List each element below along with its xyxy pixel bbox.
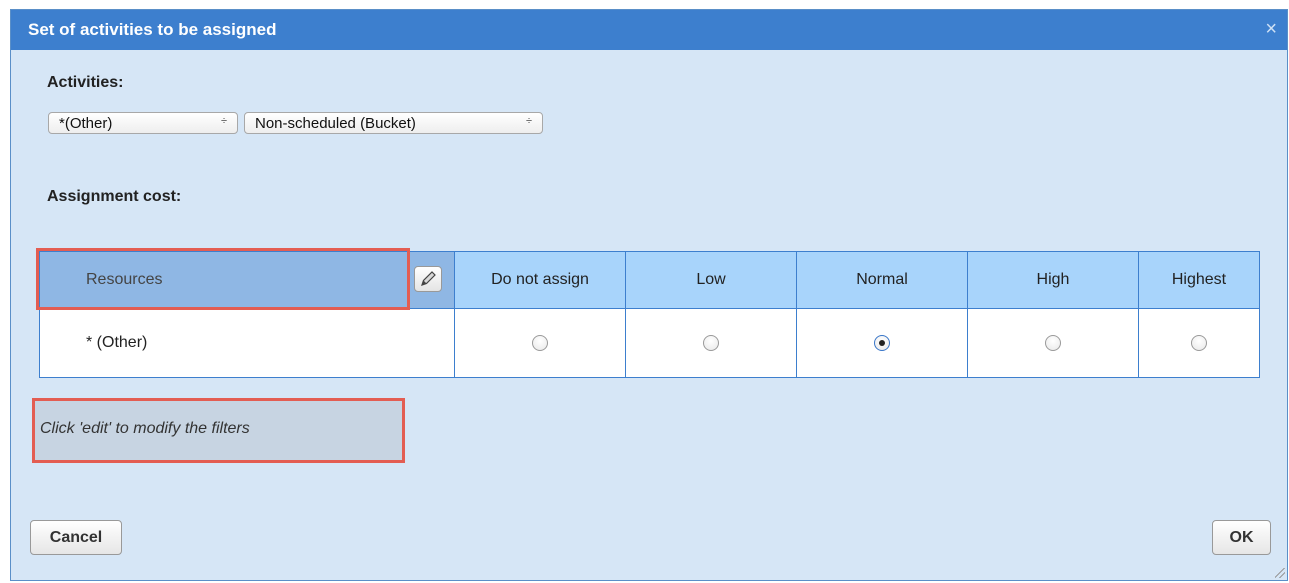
assignment-cost-label: Assignment cost: bbox=[47, 188, 182, 205]
column-do-not-assign: Do not assign bbox=[454, 251, 626, 309]
column-high: High bbox=[967, 251, 1139, 309]
cell-normal bbox=[796, 308, 968, 378]
column-low: Low bbox=[625, 251, 797, 309]
activity-type-select[interactable]: *(Other) ÷ bbox=[48, 112, 238, 134]
dialog-titlebar[interactable]: Set of activities to be assigned × bbox=[11, 10, 1287, 50]
pencil-icon bbox=[421, 271, 436, 286]
ok-button[interactable]: OK bbox=[1212, 520, 1271, 555]
table-row: * (Other) bbox=[40, 308, 1260, 378]
activity-schedule-value: Non-scheduled (Bucket) bbox=[255, 115, 416, 132]
assignment-dialog: Set of activities to be assigned × Activ… bbox=[10, 9, 1288, 581]
resource-name: * (Other) bbox=[86, 334, 148, 351]
cell-do-not-assign bbox=[454, 308, 626, 378]
filters-highlight bbox=[32, 398, 405, 463]
activity-schedule-select[interactable]: Non-scheduled (Bucket) ÷ bbox=[244, 112, 543, 134]
radio-low[interactable] bbox=[703, 334, 719, 351]
select-arrow-icon: ÷ bbox=[525, 115, 532, 127]
cell-high bbox=[967, 308, 1139, 378]
edit-filters-button[interactable] bbox=[414, 266, 442, 292]
select-arrow-icon: ÷ bbox=[220, 115, 227, 127]
resources-highlight bbox=[36, 248, 410, 310]
activity-type-value: *(Other) bbox=[59, 115, 113, 132]
dialog-title: Set of activities to be assigned bbox=[28, 20, 277, 39]
radio-normal[interactable] bbox=[874, 334, 890, 351]
column-highest: Highest bbox=[1138, 251, 1260, 309]
radio-highest[interactable] bbox=[1191, 334, 1207, 351]
cell-low bbox=[625, 308, 797, 378]
cancel-button[interactable]: Cancel bbox=[30, 520, 122, 555]
resize-handle[interactable] bbox=[1275, 568, 1285, 578]
cell-highest bbox=[1138, 308, 1260, 378]
close-icon[interactable]: × bbox=[1265, 18, 1277, 40]
radio-do-not-assign[interactable] bbox=[532, 334, 548, 351]
activities-label: Activities: bbox=[47, 74, 124, 91]
radio-high[interactable] bbox=[1045, 334, 1061, 351]
column-normal: Normal bbox=[796, 251, 968, 309]
